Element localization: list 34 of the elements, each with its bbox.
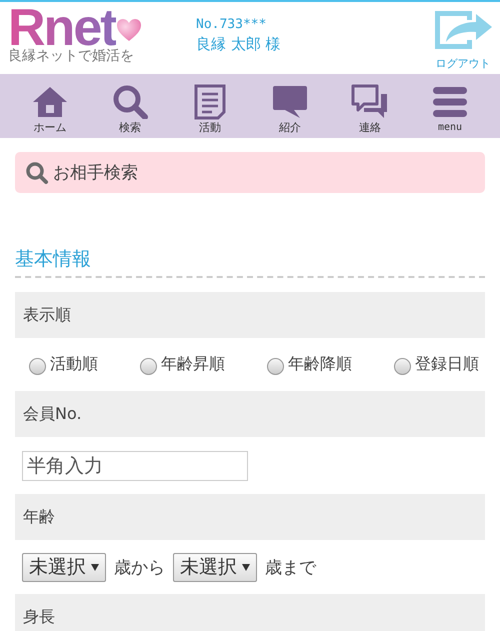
nav-item[interactable]: ホーム — [15, 74, 85, 138]
member-number: No.733*** — [196, 16, 268, 34]
tagline: 良縁ネットで婚活を — [8, 48, 135, 64]
caret-icon — [242, 564, 250, 570]
field-label: 会員No. — [15, 391, 485, 437]
menu-icon — [432, 86, 468, 118]
caret-icon — [91, 564, 99, 570]
field-label: 表示順 — [15, 292, 485, 338]
radio-option[interactable]: 活動順 — [29, 354, 98, 375]
heart-icon — [116, 18, 142, 42]
chat-bubbles-icon — [350, 84, 390, 120]
select-dropdown[interactable]: 未選択 — [22, 552, 106, 582]
nav-item[interactable]: 連絡 — [335, 74, 405, 138]
section-title: 基本情報 — [15, 245, 485, 278]
range-label: 歳から — [114, 556, 165, 578]
nav-item[interactable]: 活動 — [175, 74, 245, 138]
speech-bubble-icon — [272, 85, 308, 119]
search-title: お相手検索 — [53, 162, 138, 184]
nav-item[interactable]: menu — [415, 74, 485, 138]
field-label: 身長 — [15, 594, 485, 631]
nav-item[interactable]: 検索 — [95, 74, 165, 138]
radio-option[interactable]: 登録日順 — [394, 354, 479, 375]
field-label: 年齢 — [15, 494, 485, 540]
member-name: 良縁 太郎 様 — [196, 34, 281, 54]
input-field[interactable]: 半角入力 — [22, 451, 248, 481]
range-label: 歳まで — [265, 556, 316, 578]
radio-option[interactable]: 年齢降順 — [267, 354, 352, 375]
search-icon — [112, 85, 148, 119]
document-icon — [194, 84, 226, 120]
nav-item[interactable]: 紹介 — [255, 74, 325, 138]
radio-option[interactable]: 年齢昇順 — [140, 354, 225, 375]
search-icon — [25, 160, 49, 184]
select-dropdown[interactable]: 未選択 — [173, 552, 257, 582]
home-icon — [32, 86, 68, 118]
